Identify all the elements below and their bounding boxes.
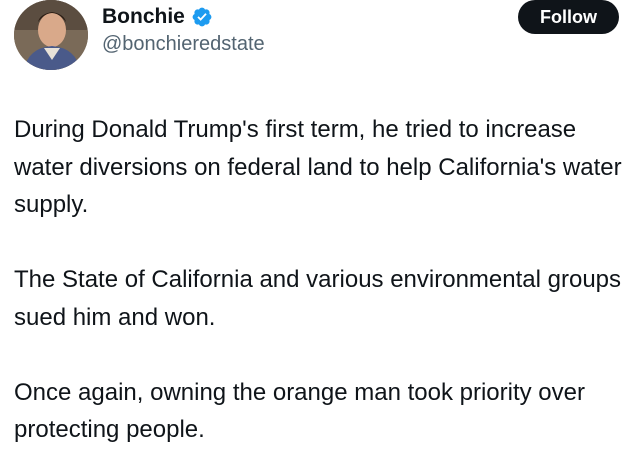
tweet-card: Bonchie @bonchieredstate Follow During D… xyxy=(0,0,640,463)
tweet-paragraph: The State of California and various envi… xyxy=(14,266,622,331)
author-handle[interactable]: @bonchieredstate xyxy=(102,33,265,56)
author-name-row: Bonchie xyxy=(102,2,213,32)
follow-button[interactable]: Follow xyxy=(518,0,619,34)
verified-badge-icon xyxy=(191,6,213,28)
avatar-image xyxy=(14,0,88,70)
avatar[interactable] xyxy=(14,0,88,70)
tweet-paragraph: During Donald Trump's first term, he tri… xyxy=(14,116,622,218)
author-display-name[interactable]: Bonchie xyxy=(102,5,185,29)
tweet-text: During Donald Trump's first term, he tri… xyxy=(14,111,626,449)
tweet-paragraph: Once again, owning the orange man took p… xyxy=(14,378,585,444)
